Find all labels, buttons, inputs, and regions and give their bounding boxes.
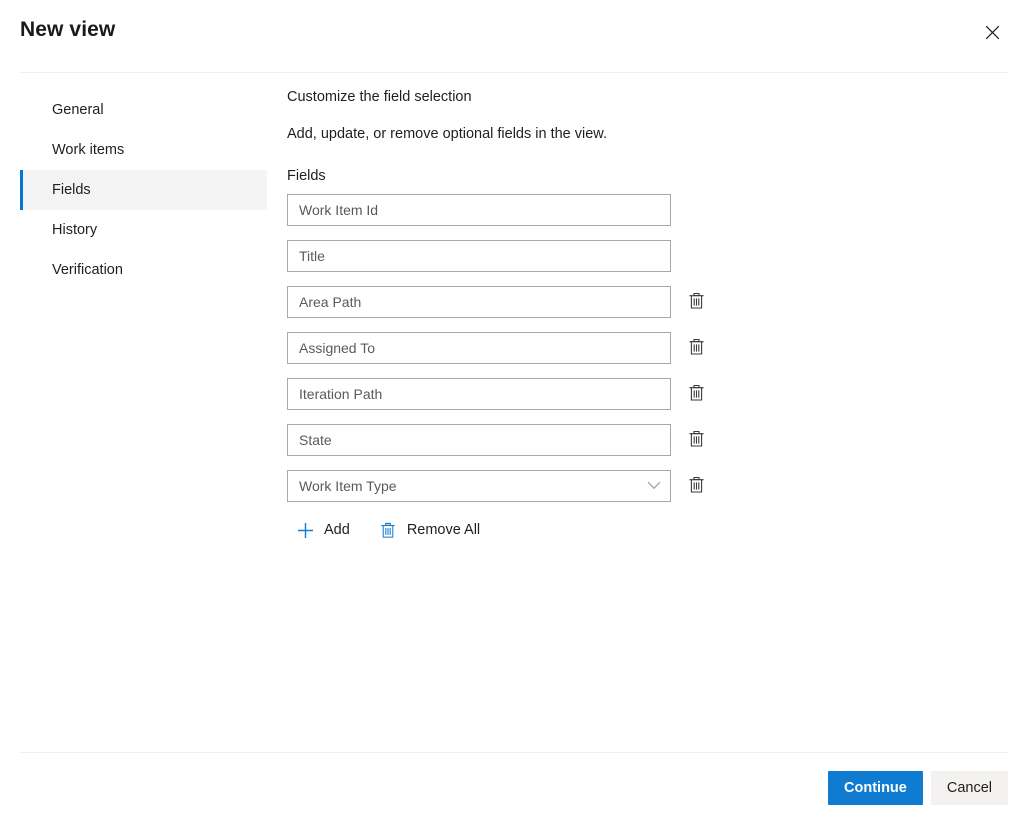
footer-divider (20, 752, 1008, 753)
field-row (287, 240, 987, 272)
fields-list (287, 194, 987, 502)
cancel-button[interactable]: Cancel (931, 771, 1008, 805)
trash-icon (688, 430, 705, 451)
sidebar-item-general[interactable]: General (20, 90, 267, 130)
field-input-work-item-type[interactable] (287, 470, 671, 502)
plus-icon (295, 520, 315, 540)
dialog-footer: Continue Cancel (828, 771, 1008, 805)
sidebar-item-label: Verification (52, 262, 123, 278)
field-input-wrap (287, 378, 671, 410)
field-input-wrap (287, 240, 671, 272)
trash-icon (688, 476, 705, 497)
field-input-wrap (287, 286, 671, 318)
field-row (287, 424, 987, 456)
dialog-header: New view (0, 0, 1028, 72)
field-input-work-item-id[interactable] (287, 194, 671, 226)
field-input-title[interactable] (287, 240, 671, 272)
panel-subheading: Add, update, or remove optional fields i… (287, 123, 987, 145)
page-title: New view (20, 18, 115, 42)
delete-field-button-work-item-type[interactable] (683, 473, 709, 499)
delete-field-button-state[interactable] (683, 427, 709, 453)
field-input-state[interactable] (287, 424, 671, 456)
sidebar-item-verification[interactable]: Verification (20, 250, 267, 290)
close-icon (985, 25, 1000, 40)
field-input-wrap (287, 194, 671, 226)
delete-slot-empty (683, 243, 709, 269)
fields-command-row: Add Remove All (289, 516, 987, 544)
delete-field-button-iteration-path[interactable] (683, 381, 709, 407)
add-field-label: Add (324, 522, 350, 538)
trash-icon (688, 384, 705, 405)
field-input-assigned-to[interactable] (287, 332, 671, 364)
field-input-wrap (287, 332, 671, 364)
delete-field-button-assigned-to[interactable] (683, 335, 709, 361)
field-input-iteration-path[interactable] (287, 378, 671, 410)
sidebar-item-history[interactable]: History (20, 210, 267, 250)
field-row (287, 332, 987, 364)
fields-section-label: Fields (287, 166, 987, 186)
trash-icon (688, 338, 705, 359)
panel-heading: Customize the field selection (287, 86, 987, 108)
sidebar-item-label: General (52, 102, 104, 118)
remove-all-fields-label: Remove All (407, 522, 480, 538)
add-field-button[interactable]: Add (289, 516, 356, 544)
field-row (287, 378, 987, 410)
field-input-area-path[interactable] (287, 286, 671, 318)
field-input-wrap (287, 424, 671, 456)
trash-icon (378, 520, 398, 540)
dialog-sidebar: General Work items Fields History Verifi… (20, 90, 267, 290)
close-button[interactable] (974, 14, 1010, 50)
sidebar-item-label: Work items (52, 142, 124, 158)
field-combobox-wrap (287, 470, 671, 502)
sidebar-item-work-items[interactable]: Work items (20, 130, 267, 170)
sidebar-item-label: History (52, 222, 97, 238)
delete-field-button-area-path[interactable] (683, 289, 709, 315)
field-row (287, 470, 987, 502)
remove-all-fields-button[interactable]: Remove All (372, 516, 486, 544)
sidebar-item-fields[interactable]: Fields (20, 170, 267, 210)
sidebar-item-label: Fields (52, 182, 91, 198)
delete-slot-empty (683, 197, 709, 223)
field-row (287, 194, 987, 226)
main-panel: Customize the field selection Add, updat… (287, 86, 987, 544)
field-row (287, 286, 987, 318)
trash-icon (688, 292, 705, 313)
continue-button[interactable]: Continue (828, 771, 923, 805)
header-divider (20, 72, 1008, 73)
